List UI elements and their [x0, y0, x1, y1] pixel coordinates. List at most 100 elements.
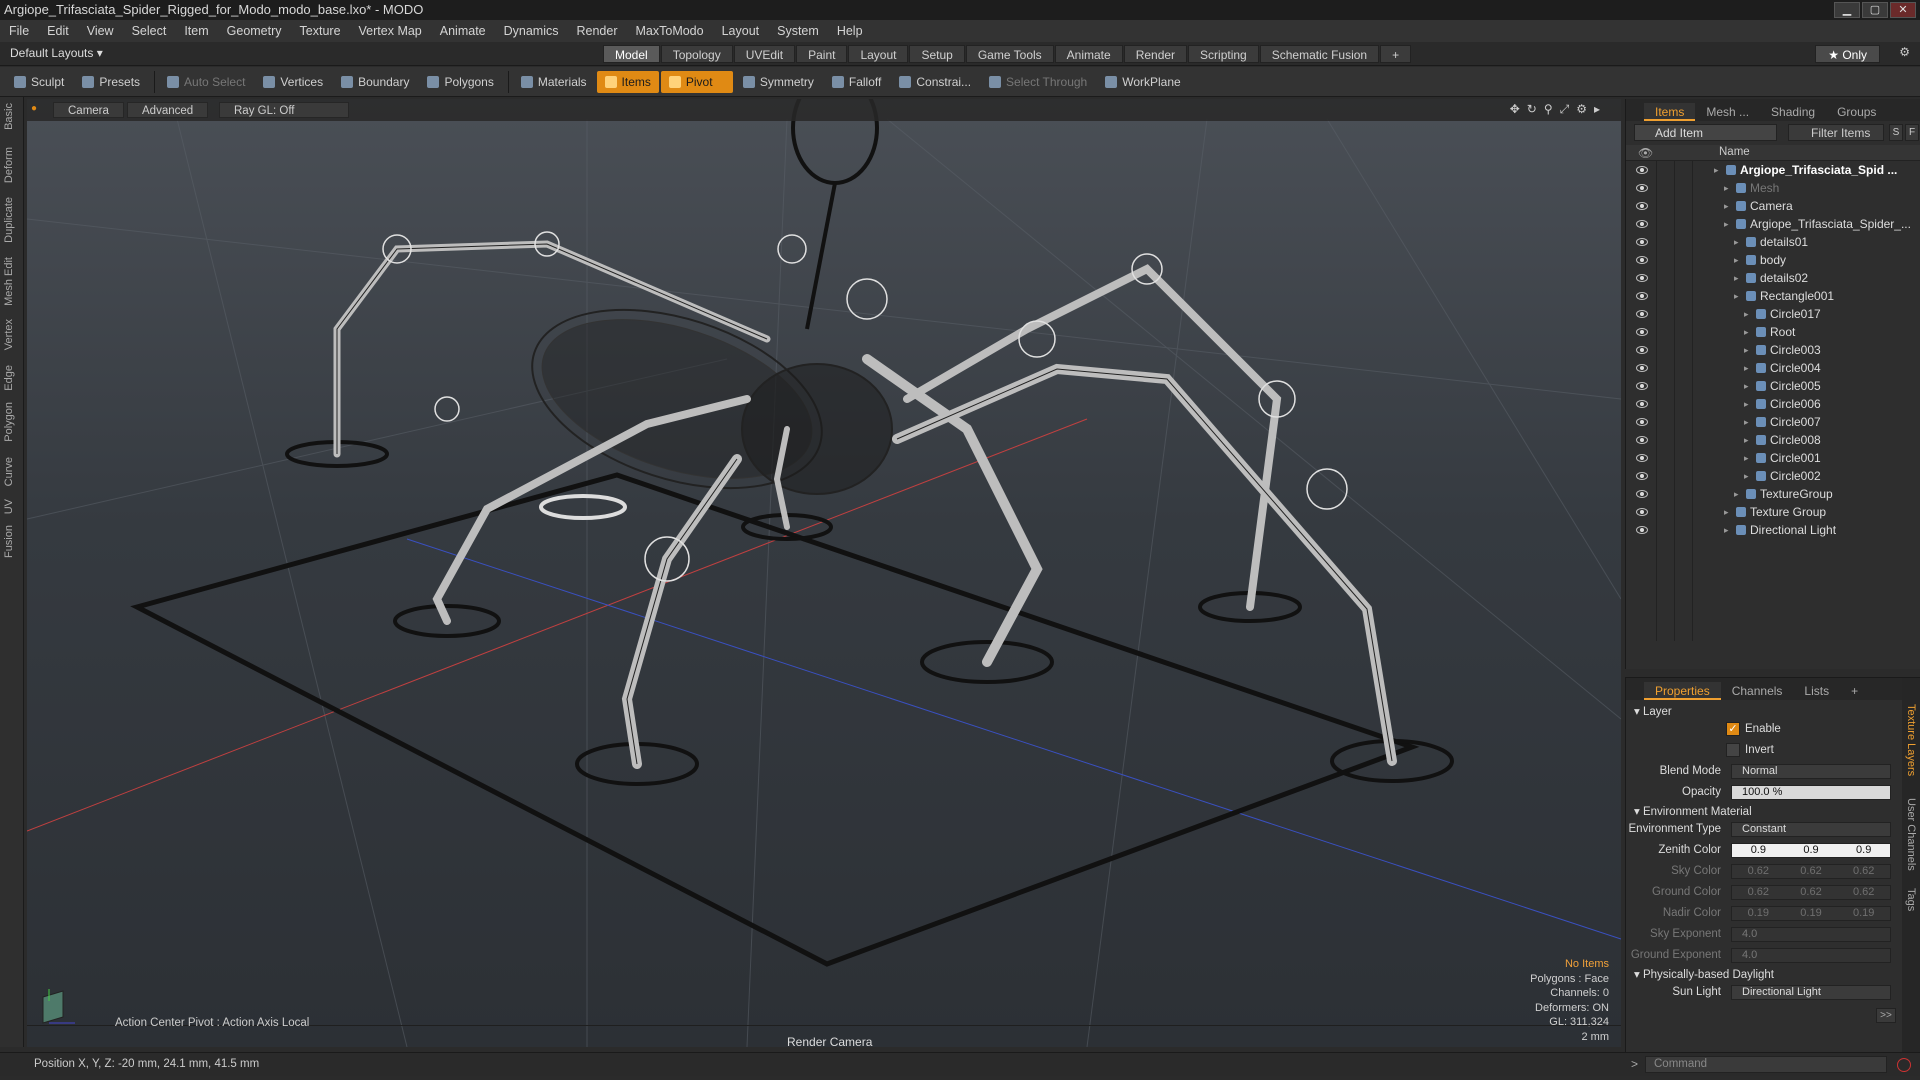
tab-model[interactable]: Model [603, 45, 660, 63]
gear-icon[interactable]: ⚙ [1899, 45, 1910, 59]
tab-topology[interactable]: Topology [660, 45, 733, 63]
tab-uvedit[interactable]: UVEdit [733, 45, 796, 63]
visibility-eye-icon[interactable] [1636, 382, 1648, 390]
menu-vertex-map[interactable]: Vertex Map [350, 20, 431, 42]
tree-row[interactable]: ▸ Argiope_Trifasciata_Spid ... [1626, 161, 1920, 179]
expand-arrow-icon[interactable]: ▸ [1744, 359, 1749, 377]
expand-arrow-icon[interactable]: ▸ [1734, 269, 1739, 287]
visibility-eye-icon[interactable] [1636, 400, 1648, 408]
expand-arrow-icon[interactable]: ▸ [1744, 323, 1749, 341]
blend-mode-select[interactable]: Normal [1731, 764, 1891, 779]
expand-arrow-icon[interactable]: ▸ [1734, 485, 1739, 503]
expand-arrow-icon[interactable]: ▸ [1724, 179, 1729, 197]
zenith-r[interactable]: 0.9 [1732, 844, 1785, 857]
sky-exponent-field[interactable]: 4.0 [1731, 927, 1891, 942]
camera-button[interactable]: Camera [53, 102, 124, 118]
ground-b[interactable]: 0.62 [1837, 886, 1890, 899]
zenith-color-field[interactable]: 0.9 0.9 0.9 [1731, 843, 1891, 858]
filter-items-input[interactable]: Filter Items [1788, 124, 1884, 141]
visibility-eye-icon[interactable] [1636, 292, 1648, 300]
tab-schematic-fusion[interactable]: Schematic Fusion [1259, 45, 1380, 63]
nadir-g[interactable]: 0.19 [1785, 907, 1838, 920]
sculpt-button[interactable]: Sculpt [6, 71, 72, 93]
tab-user-channels[interactable]: User Channels [1905, 798, 1917, 871]
tab-texture-layers[interactable]: Texture Layers [1905, 704, 1917, 776]
visibility-eye-icon[interactable] [1636, 364, 1648, 372]
more-button[interactable]: >> [1876, 1008, 1896, 1023]
expand-arrow-icon[interactable]: ▸ [1724, 215, 1729, 233]
sky-color-field[interactable]: 0.62 0.62 0.62 [1731, 864, 1891, 879]
layer-section[interactable]: ▾ Layer [1634, 704, 1672, 718]
visibility-eye-icon[interactable] [1636, 220, 1648, 228]
expand-arrow-icon[interactable]: ▸ [1734, 287, 1739, 305]
menu-dynamics[interactable]: Dynamics [495, 20, 568, 42]
menu-layout[interactable]: Layout [713, 20, 769, 42]
tree-row[interactable]: ▸ Circle003 [1626, 341, 1920, 359]
constraints-button[interactable]: Constrai... [891, 71, 979, 93]
visibility-eye-icon[interactable] [1636, 472, 1648, 480]
tab-mesh[interactable]: Mesh ... [1695, 103, 1760, 121]
only-button[interactable]: ★ Only [1815, 45, 1880, 63]
expand-arrow-icon[interactable]: ▸ [1714, 161, 1719, 179]
eye-icon[interactable]: 👁 [1638, 146, 1653, 160]
tree-row[interactable]: ▸ Circle001 [1626, 449, 1920, 467]
expand-arrow-icon[interactable]: ▸ [1744, 431, 1749, 449]
ground-exponent-field[interactable]: 4.0 [1731, 948, 1891, 963]
tab-game-tools[interactable]: Game Tools [965, 45, 1054, 63]
visibility-eye-icon[interactable] [1636, 274, 1648, 282]
expand-arrow-icon[interactable]: ▸ [1734, 233, 1739, 251]
tree-row[interactable]: ▸ Camera [1626, 197, 1920, 215]
expand-arrow-icon[interactable]: ▸ [1744, 305, 1749, 323]
layout-dropdown[interactable]: Default Layouts ▾ [10, 46, 103, 60]
tab-vertex[interactable]: Vertex [3, 319, 15, 350]
tree-row[interactable]: ▸ details01 [1626, 233, 1920, 251]
ground-g[interactable]: 0.62 [1785, 886, 1838, 899]
menu-item[interactable]: Item [175, 20, 217, 42]
tree-row[interactable]: ▸ Circle007 [1626, 413, 1920, 431]
tree-row[interactable]: ▸ Directional Light [1626, 521, 1920, 539]
ground-r[interactable]: 0.62 [1732, 886, 1785, 899]
maximize-button[interactable]: ▢ [1862, 2, 1888, 18]
visibility-eye-icon[interactable] [1636, 508, 1648, 516]
tree-row[interactable]: ▸ Circle004 [1626, 359, 1920, 377]
expand-arrow-icon[interactable]: ▸ [1744, 413, 1749, 431]
tab-basic[interactable]: Basic [3, 103, 15, 130]
tree-row[interactable]: ▸ Rectangle001 [1626, 287, 1920, 305]
tree-row[interactable]: ▸ Circle017 [1626, 305, 1920, 323]
vertices-button[interactable]: Vertices [255, 71, 331, 93]
menu-geometry[interactable]: Geometry [218, 20, 291, 42]
viewport-nav-icons[interactable]: ✥↻⚲⤢⚙▸ [1510, 102, 1607, 117]
sky-r[interactable]: 0.62 [1732, 865, 1785, 878]
name-column-header[interactable]: Name [1719, 146, 1750, 158]
tab-uv[interactable]: UV [3, 499, 15, 514]
symmetry-button[interactable]: Symmetry [735, 71, 822, 93]
opacity-field[interactable]: 100.0 % [1731, 785, 1891, 800]
add-item-button[interactable]: Add Item [1634, 124, 1777, 141]
tab-paint[interactable]: Paint [796, 45, 848, 63]
sun-light-select[interactable]: Directional Light [1731, 985, 1891, 1000]
tree-row[interactable]: ▸ Mesh [1626, 179, 1920, 197]
visibility-eye-icon[interactable] [1636, 418, 1648, 426]
expand-arrow-icon[interactable]: ▸ [1744, 467, 1749, 485]
expand-arrow-icon[interactable]: ▸ [1724, 503, 1729, 521]
menu-help[interactable]: Help [828, 20, 872, 42]
ground-color-field[interactable]: 0.62 0.62 0.62 [1731, 885, 1891, 900]
tab-duplicate[interactable]: Duplicate [3, 197, 15, 243]
invert-checkbox[interactable] [1726, 743, 1740, 757]
visibility-eye-icon[interactable] [1636, 526, 1648, 534]
tree-row[interactable]: ▸ Argiope_Trifasciata_Spider_... [1626, 215, 1920, 233]
tab-lists[interactable]: Lists [1793, 682, 1840, 700]
sky-b[interactable]: 0.62 [1837, 865, 1890, 878]
nadir-r[interactable]: 0.19 [1732, 907, 1785, 920]
polygons-button[interactable]: Polygons [419, 71, 501, 93]
items-button[interactable]: Items [596, 70, 659, 93]
advanced-button[interactable]: Advanced [127, 102, 209, 118]
menu-view[interactable]: View [78, 20, 123, 42]
tab-shading[interactable]: Shading [1760, 103, 1826, 121]
visibility-eye-icon[interactable] [1636, 256, 1648, 264]
tree-row[interactable]: ▸ Circle002 [1626, 467, 1920, 485]
tree-row[interactable]: ▸ TextureGroup [1626, 485, 1920, 503]
tab-layout[interactable]: Layout [848, 45, 909, 63]
enable-checkbox[interactable]: ✓ [1726, 722, 1740, 736]
tree-row[interactable]: ▸ body [1626, 251, 1920, 269]
